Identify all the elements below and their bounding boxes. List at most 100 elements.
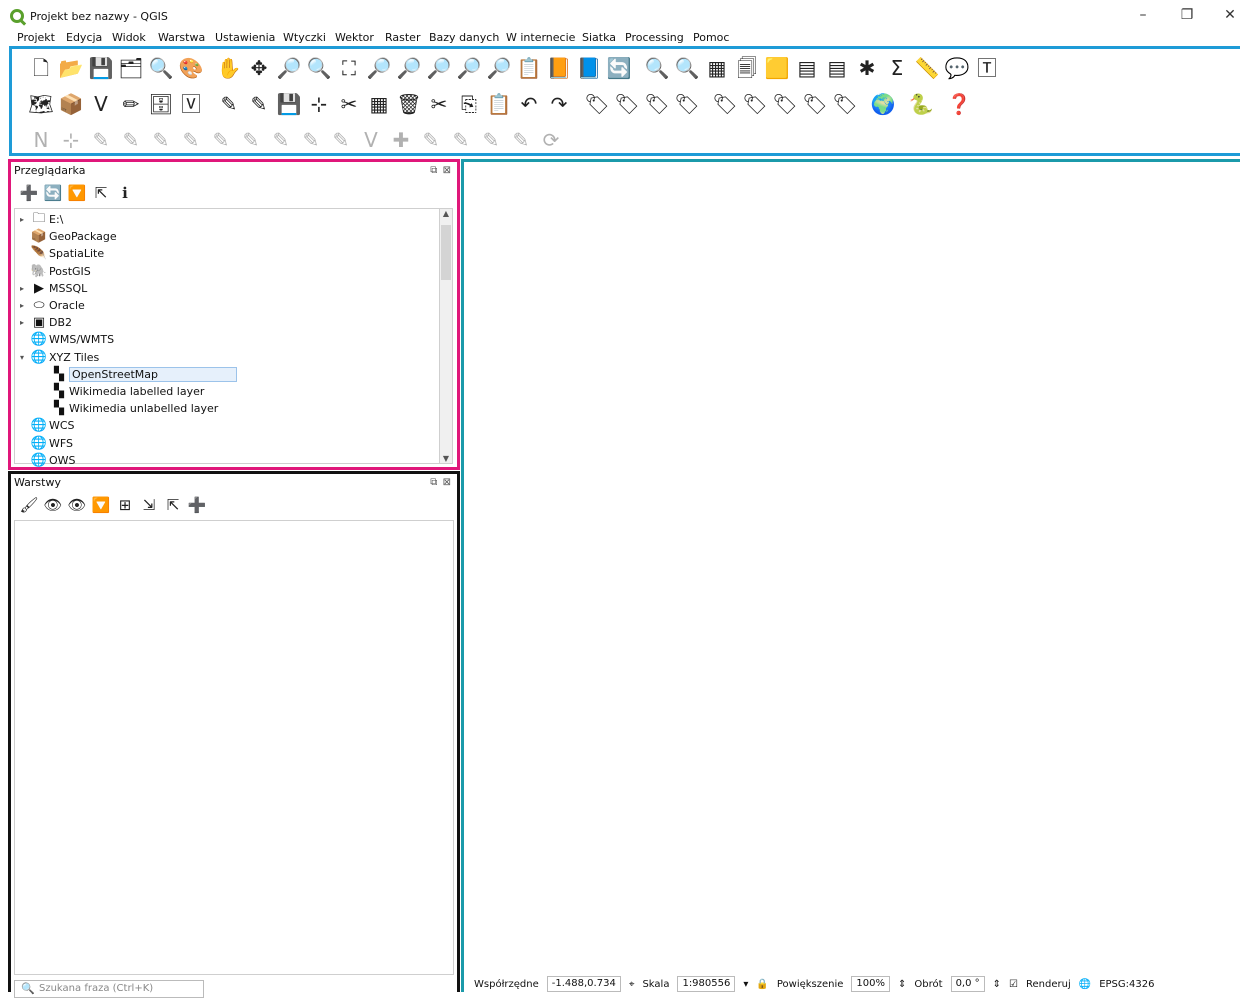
toolbar-button-icon[interactable]: 🗂 xyxy=(116,53,146,83)
toolbar-button-icon[interactable]: ❓ xyxy=(944,89,974,119)
toolbar-button-icon[interactable]: ⛶ xyxy=(334,53,364,83)
toolbar-button-icon[interactable]: 📙 xyxy=(544,53,574,83)
toolbar-button-icon[interactable]: ✥ xyxy=(244,53,274,83)
toolbar-button-icon[interactable]: 🔎 xyxy=(274,53,304,83)
toolbar-button-icon[interactable]: ✎ xyxy=(326,125,356,155)
toolbar-button-icon[interactable]: 🔎 xyxy=(394,53,424,83)
toolbar-button-icon[interactable]: ✂ xyxy=(424,89,454,119)
toolbar-button-icon[interactable]: ⊹ xyxy=(56,125,86,155)
toolbar-button-icon[interactable]: ✎ xyxy=(176,125,206,155)
toolbar-button-icon[interactable]: 🐍 xyxy=(906,89,936,119)
expander-icon[interactable]: ▸ xyxy=(15,284,29,293)
toolbar-button-icon[interactable]: ✎ xyxy=(416,125,446,155)
browser-item-e-[interactable]: ▸ 🗀 E:\ xyxy=(15,211,63,228)
toolbar-button-icon[interactable]: 🔎 xyxy=(424,53,454,83)
toolbar-button-icon[interactable]: 🅃 xyxy=(972,53,1002,83)
filter-icon[interactable]: 🔽 xyxy=(65,184,89,202)
toolbar-button-icon[interactable]: 🎨 xyxy=(176,53,206,83)
toolbar-button-icon[interactable]: 🔄 xyxy=(604,53,634,83)
toolbar-button-icon[interactable]: N xyxy=(26,125,56,155)
menu-wektor[interactable]: Wektor xyxy=(335,31,374,44)
toolbar-button-icon[interactable]: 📏 xyxy=(912,53,942,83)
toolbar-button-icon[interactable]: 🔍 xyxy=(304,53,334,83)
toolbar-button-icon[interactable]: ✂ xyxy=(334,89,364,119)
refresh-icon[interactable]: 🔄 xyxy=(41,184,65,202)
collapse-all-icon[interactable]: ⇱ xyxy=(89,184,113,202)
toolbar-button-icon[interactable]: 🔎 xyxy=(454,53,484,83)
toolbar-button-icon[interactable]: 🔍 xyxy=(642,53,672,83)
toolbar-button-icon[interactable]: 🏷 xyxy=(642,89,672,119)
properties-icon[interactable]: ℹ xyxy=(113,184,137,202)
browser-item-openstreetmap[interactable]: ▚ OpenStreetMap xyxy=(35,366,238,383)
toolbar-button-icon[interactable]: 🗄 xyxy=(146,89,176,119)
menu-processing[interactable]: Processing xyxy=(625,31,684,44)
toolbar-button-icon[interactable]: ✎ xyxy=(236,125,266,155)
locator-search-input[interactable]: 🔍 Szukana fraza (Ctrl+K) xyxy=(14,980,204,998)
toolbar-button-icon[interactable]: 🔎 xyxy=(364,53,394,83)
toolbar-button-icon[interactable]: 🌍 xyxy=(868,89,898,119)
magnifier-field[interactable]: 100% xyxy=(851,976,891,992)
layers-tree[interactable] xyxy=(14,520,454,975)
browser-item-wikimedia-unlabelled-layer[interactable]: ▚ Wikimedia unlabelled layer xyxy=(35,400,218,417)
toolbar-button-icon[interactable]: 🗋 xyxy=(26,53,56,83)
toolbar-button-icon[interactable]: ✎ xyxy=(476,125,506,155)
toolbar-button-icon[interactable]: 🔍 xyxy=(146,53,176,83)
toolbar-button-icon[interactable]: 🗐 xyxy=(732,53,762,83)
browser-scrollbar[interactable]: ▲ ▼ xyxy=(439,208,453,464)
scale-field[interactable]: 1:980556 xyxy=(677,976,736,992)
map-canvas[interactable] xyxy=(461,159,1240,992)
browser-item-wcs[interactable]: 🌐 WCS xyxy=(15,417,75,434)
menu-w-internecie[interactable]: W internecie xyxy=(506,31,575,44)
toolbar-button-icon[interactable]: Σ xyxy=(882,53,912,83)
filter-expression-icon[interactable]: ⊞ xyxy=(113,496,137,514)
toolbar-button-icon[interactable]: ✎ xyxy=(446,125,476,155)
toolbar-button-icon[interactable]: 🗺 xyxy=(26,89,56,119)
coordinates-field[interactable]: -1.488,0.734 xyxy=(546,976,621,992)
expander-icon[interactable]: ▸ xyxy=(15,318,29,327)
expander-icon[interactable]: ▸ xyxy=(15,301,29,310)
toolbar-button-icon[interactable]: 💾 xyxy=(274,89,304,119)
scroll-thumb[interactable] xyxy=(441,225,451,280)
remove-layer-icon[interactable]: ➕ xyxy=(185,496,209,514)
toolbar-button-icon[interactable]: 🔎 xyxy=(484,53,514,83)
menu-ustawienia[interactable]: Ustawienia xyxy=(215,31,275,44)
toolbar-button-icon[interactable]: 🏷 xyxy=(830,89,860,119)
toolbar-button-icon[interactable]: V xyxy=(356,125,386,155)
browser-item-oracle[interactable]: ▸ ⬭ Oracle xyxy=(15,297,85,314)
toolbar-button-icon[interactable]: ✋ xyxy=(214,53,244,83)
toolbar-button-icon[interactable]: 🏷 xyxy=(672,89,702,119)
menu-projekt[interactable]: Projekt xyxy=(17,31,55,44)
toolbar-button-icon[interactable]: ▤ xyxy=(822,53,852,83)
scale-dropdown-icon[interactable]: ▾ xyxy=(743,979,748,990)
lock-icon[interactable]: 🔒 xyxy=(756,979,768,990)
browser-item-postgis[interactable]: 🐘 PostGIS xyxy=(15,263,91,280)
menu-widok[interactable]: Widok xyxy=(112,31,146,44)
menu-edycja[interactable]: Edycja xyxy=(66,31,102,44)
toolbar-button-icon[interactable]: 💬 xyxy=(942,53,972,83)
minimize-button[interactable]: – xyxy=(1128,4,1158,26)
render-checkbox[interactable]: ☑ xyxy=(1009,979,1018,990)
collapse-all-icon[interactable]: ⇱ xyxy=(161,496,185,514)
toolbar-button-icon[interactable]: ↶ xyxy=(514,89,544,119)
toolbar-button-icon[interactable]: ✎ xyxy=(506,125,536,155)
toolbar-button-icon[interactable]: 🏷 xyxy=(740,89,770,119)
toggle-extents-icon[interactable]: ⌖ xyxy=(629,979,635,990)
scroll-up-icon[interactable]: ▲ xyxy=(440,209,452,218)
toolbar-button-icon[interactable]: ⎘ xyxy=(454,89,484,119)
expander-icon[interactable]: ▾ xyxy=(15,353,29,362)
toolbar-button-icon[interactable]: V xyxy=(86,89,116,119)
toolbar-button-icon[interactable]: ✎ xyxy=(266,125,296,155)
browser-item-wms-wmts[interactable]: 🌐 WMS/WMTS xyxy=(15,331,114,348)
toolbar-button-icon[interactable]: 🅅 xyxy=(176,89,206,119)
toolbar-button-icon[interactable]: 🏷 xyxy=(582,89,612,119)
toolbar-button-icon[interactable]: ✎ xyxy=(86,125,116,155)
toolbar-button-icon[interactable]: ✎ xyxy=(214,89,244,119)
browser-panel-window-buttons[interactable]: ⧉ ⊠ xyxy=(430,165,452,176)
toolbar-button-icon[interactable]: 🏷 xyxy=(770,89,800,119)
crs-icon[interactable]: 🌐 xyxy=(1079,979,1091,990)
close-button[interactable]: ✕ xyxy=(1215,4,1240,26)
browser-item-spatialite[interactable]: 🪶 SpatiaLite xyxy=(15,245,104,262)
toolbar-button-icon[interactable]: ▦ xyxy=(364,89,394,119)
toolbar-button-icon[interactable]: ✎ xyxy=(244,89,274,119)
browser-item-db2[interactable]: ▸ ▣ DB2 xyxy=(15,314,72,331)
